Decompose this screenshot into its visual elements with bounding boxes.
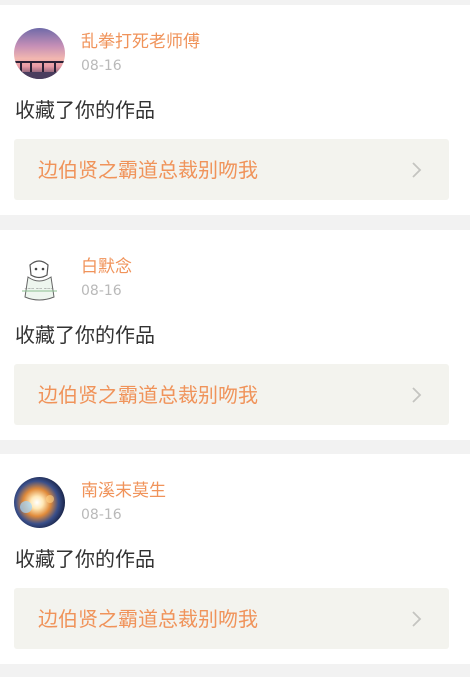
user-avatar[interactable]: ~~~ ~~ ~~~ xyxy=(14,253,65,304)
user-avatar[interactable] xyxy=(14,477,65,528)
work-link[interactable]: 边伯贤之霸道总裁别吻我 xyxy=(14,588,449,649)
work-title: 边伯贤之霸道总裁别吻我 xyxy=(38,158,258,182)
action-text: 收藏了你的作品 xyxy=(15,547,155,571)
work-link[interactable]: 边伯贤之霸道总裁别吻我 xyxy=(14,139,449,200)
username[interactable]: 南溪末莫生 xyxy=(81,481,166,501)
chevron-right-icon xyxy=(412,387,422,403)
notification-card: 南溪末莫生 08-16 收藏了你的作品 边伯贤之霸道总裁别吻我 xyxy=(0,454,470,664)
notification-card: 乱拳打死老师傅 08-16 收藏了你的作品 边伯贤之霸道总裁别吻我 xyxy=(0,5,470,215)
svg-text:~~~ ~~ ~~~: ~~~ ~~ ~~~ xyxy=(24,286,53,291)
timestamp: 08-16 xyxy=(81,283,122,299)
light-flare-avatar xyxy=(14,477,65,528)
timestamp: 08-16 xyxy=(81,507,122,523)
username[interactable]: 白默念 xyxy=(81,257,132,277)
action-text: 收藏了你的作品 xyxy=(15,98,155,122)
notification-card: ~~~ ~~ ~~~ 白默念 08-16 收藏了你的作品 边伯贤之霸道总裁别吻我 xyxy=(0,230,470,440)
user-avatar[interactable] xyxy=(14,28,65,79)
notification-feed: 乱拳打死老师傅 08-16 收藏了你的作品 边伯贤之霸道总裁别吻我 ~~~ ~~… xyxy=(0,0,470,677)
sunset-pier-avatar xyxy=(14,28,65,79)
timestamp: 08-16 xyxy=(81,58,122,74)
work-title: 边伯贤之霸道总裁别吻我 xyxy=(38,383,258,407)
sketch-cat-avatar: ~~~ ~~ ~~~ xyxy=(14,253,65,304)
username[interactable]: 乱拳打死老师傅 xyxy=(81,32,200,52)
chevron-right-icon xyxy=(412,611,422,627)
chevron-right-icon xyxy=(412,162,422,178)
work-title: 边伯贤之霸道总裁别吻我 xyxy=(38,607,258,631)
action-text: 收藏了你的作品 xyxy=(15,323,155,347)
work-link[interactable]: 边伯贤之霸道总裁别吻我 xyxy=(14,364,449,425)
